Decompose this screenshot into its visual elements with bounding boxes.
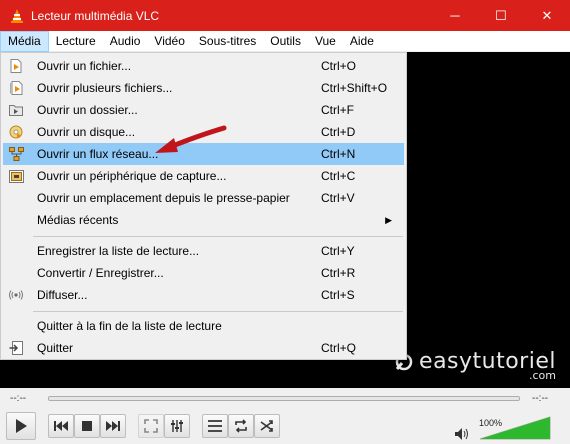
menu-video[interactable]: Vidéo [147,31,191,52]
folder-icon [8,102,24,118]
remaining-time: --:-- [532,393,549,404]
menu-subtitles[interactable]: Sous-titres [192,31,263,52]
capture-device-icon [8,168,24,184]
menu-separator [33,236,403,237]
media-dropdown-menu: Ouvrir un fichier... Ctrl+O Ouvrir plusi… [0,52,407,360]
loop-icon [235,419,247,433]
menu-help[interactable]: Aide [343,31,381,52]
menu-item-recent-media[interactable]: Médias récents ▶ [3,209,404,231]
files-play-icon [8,80,24,96]
next-icon [106,421,120,431]
previous-icon [54,421,68,431]
menu-item-quit-end-playlist[interactable]: Quitter à la fin de la liste de lecture [3,315,404,337]
volume-icon[interactable] [455,428,469,440]
menu-item-label: Ouvrir un emplacement depuis le presse-p… [37,191,290,205]
menu-tools[interactable]: Outils [263,31,308,52]
menu-item-convert-save[interactable]: Convertir / Enregistrer... Ctrl+R [3,262,404,284]
menu-view[interactable]: Vue [308,31,343,52]
menu-item-open-multiple-files[interactable]: Ouvrir plusieurs fichiers... Ctrl+Shift+… [3,77,404,99]
menu-item-open-capture-device[interactable]: Ouvrir un périphérique de capture... Ctr… [3,165,404,187]
playlist-icon [208,420,222,432]
menu-item-shortcut: Ctrl+C [321,169,356,183]
menu-item-shortcut: Ctrl+F [321,103,354,117]
shuffle-button[interactable] [254,414,280,438]
extended-settings-button[interactable] [164,414,190,438]
menu-item-label: Quitter [37,341,74,355]
menu-item-label: Ouvrir un fichier... [37,59,132,73]
seek-slider[interactable] [48,396,520,401]
close-button[interactable]: ✕ [524,0,570,31]
menu-item-label: Ouvrir un disque... [37,125,136,139]
menu-item-shortcut: Ctrl+R [321,266,356,280]
network-icon [8,146,24,162]
menu-bar: Média Lecture Audio Vidéo Sous-titres Ou… [0,30,570,52]
stream-icon [8,287,24,303]
menu-item-shortcut: Ctrl+Q [321,341,357,355]
elapsed-time: --:-- [10,393,27,404]
window-title: Lecteur multimédia VLC [31,8,160,23]
menu-item-shortcut: Ctrl+D [321,125,356,139]
annotation-arrow-icon [155,125,227,153]
menu-item-shortcut: Ctrl+Shift+O [321,81,388,95]
menu-item-shortcut: Ctrl+Y [321,244,355,258]
menu-item-label: Diffuser... [37,288,88,302]
menu-separator [33,311,403,312]
menu-item-save-playlist[interactable]: Enregistrer la liste de lecture... Ctrl+… [3,240,404,262]
maximize-button[interactable]: ☐ [478,0,524,31]
menu-item-shortcut: Ctrl+N [321,147,356,161]
play-icon [16,419,27,433]
menu-item-label: Médias récents [37,213,119,227]
menu-item-shortcut: Ctrl+V [321,191,355,205]
menu-item-label: Enregistrer la liste de lecture... [37,244,200,258]
submenu-arrow-icon: ▶ [385,214,392,225]
file-play-icon [8,58,24,74]
play-button[interactable] [6,412,36,440]
menu-playback[interactable]: Lecture [49,31,103,52]
menu-item-shortcut: Ctrl+S [321,288,355,302]
watermark: easytutoriel .com [393,349,556,382]
menu-media[interactable]: Média [0,30,49,52]
shuffle-icon [260,420,273,432]
equalizer-icon [171,420,183,432]
next-button[interactable] [100,414,126,438]
menu-item-quit[interactable]: Quitter Ctrl+Q [3,337,404,359]
stop-button[interactable] [74,414,100,438]
menu-item-label: Ouvrir plusieurs fichiers... [37,81,173,95]
previous-button[interactable] [48,414,74,438]
volume-slider[interactable] [478,414,552,440]
menu-item-open-file[interactable]: Ouvrir un fichier... Ctrl+O [3,55,404,77]
seek-bar-row: --:-- --:-- [0,388,570,410]
menu-item-stream[interactable]: Diffuser... Ctrl+S [3,284,404,306]
disc-icon [8,124,24,140]
menu-item-label: Ouvrir un flux réseau... [37,147,159,161]
title-bar: Lecteur multimédia VLC ─ ☐ ✕ [0,0,570,31]
playback-controls: 100% [0,410,570,444]
menu-item-open-location-clipboard[interactable]: Ouvrir un emplacement depuis le presse-p… [3,187,404,209]
stop-icon [82,421,92,431]
menu-item-label: Convertir / Enregistrer... [37,266,164,280]
fullscreen-icon [144,419,158,433]
menu-audio[interactable]: Audio [103,31,148,52]
menu-item-open-folder[interactable]: Ouvrir un dossier... Ctrl+F [3,99,404,121]
menu-item-label: Ouvrir un dossier... [37,103,138,117]
exit-icon [8,340,24,356]
loop-button[interactable] [228,414,254,438]
menu-item-label: Ouvrir un périphérique de capture... [37,169,227,183]
menu-item-shortcut: Ctrl+O [321,59,357,73]
menu-item-label: Quitter à la fin de la liste de lecture [37,319,222,333]
vlc-cone-icon [11,8,23,23]
minimize-button[interactable]: ─ [432,0,478,31]
playlist-button[interactable] [202,414,228,438]
fullscreen-button[interactable] [138,414,164,438]
